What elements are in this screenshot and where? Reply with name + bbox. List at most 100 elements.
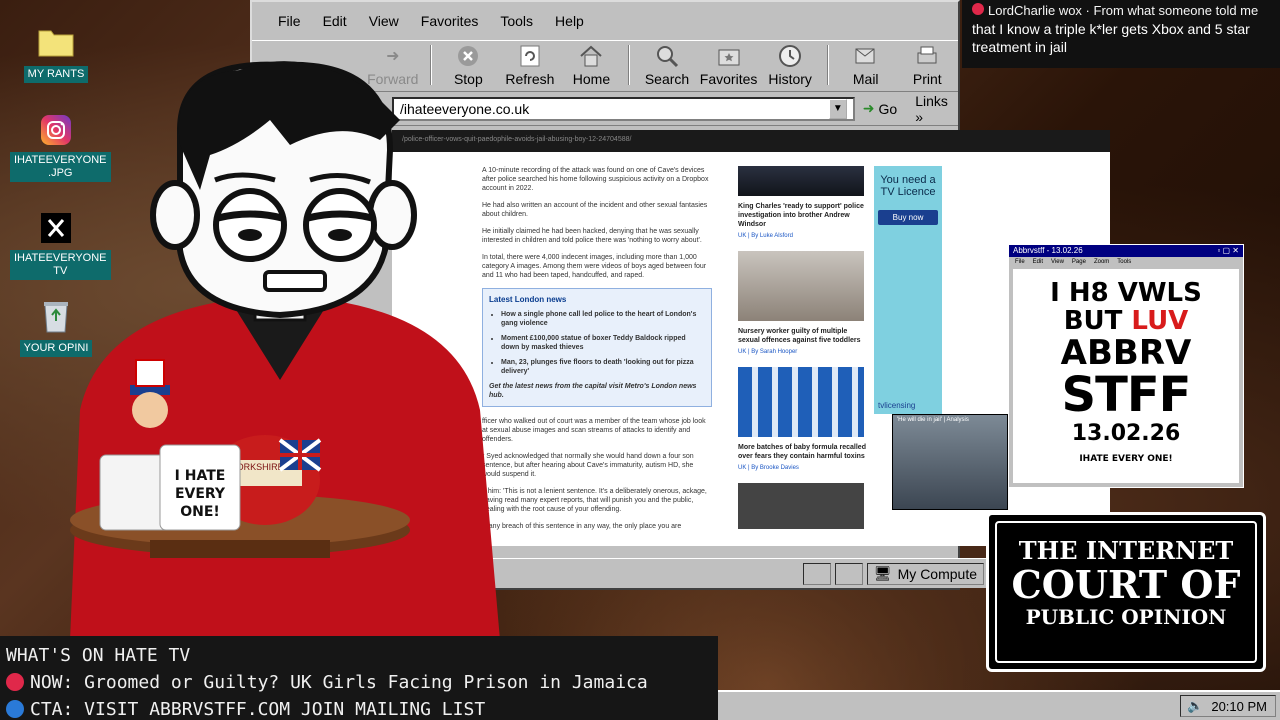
related-item[interactable]: Nursery worker guilty of multiple sexual… (738, 251, 866, 357)
promo-poster: I H8 VWLS BUT LUV ABBRV STFF 13.02.26 IH… (1013, 269, 1239, 483)
live-chat-message: LordCharlie wox · From what someone told… (962, 0, 1280, 68)
promo-menu-item[interactable]: View (1051, 259, 1064, 265)
history-label: History (768, 71, 812, 87)
promo-title: Abbrvstff - 13.02.26 (1013, 246, 1083, 255)
chat-message-partial: From what someone told me (1093, 3, 1259, 18)
court-line1: THE INTERNET (1018, 536, 1234, 565)
window-controls-icon[interactable]: ▫ ▢ ✕ (1217, 246, 1239, 256)
related-tag: UK (738, 233, 747, 239)
favorites-label: Favorites (699, 71, 758, 87)
security-zone: 🖥 My Compute (866, 562, 984, 585)
ad-brand: tvlicensing (878, 401, 916, 410)
london-news-link[interactable]: How a single phone call led police to th… (501, 310, 705, 328)
video-player[interactable]: 'He will die in jail' | Analysis (892, 414, 1008, 510)
chevron-down-icon[interactable]: ▼ (828, 98, 847, 119)
london-news-title: Latest London news (489, 295, 567, 304)
print-label: Print (912, 71, 942, 87)
court-line2: COURT OF (1011, 562, 1241, 607)
ad-headline: You need a TV Licence (880, 174, 936, 198)
london-news-footer[interactable]: Get the latest news from the capital vis… (489, 382, 705, 400)
menu-bar: File Edit View Favorites Tools Help (252, 2, 958, 40)
computer-icon: 🖥 (873, 565, 892, 581)
home-button[interactable]: Home (561, 43, 623, 91)
promo-menu-item[interactable]: Edit (1033, 259, 1043, 265)
london-news-link[interactable]: Moment £100,000 statue of boxer Teddy Ba… (501, 334, 705, 352)
mail-icon (853, 43, 879, 69)
mug-text-line1: I HATE (175, 468, 226, 484)
related-title: King Charles 'ready to support' police i… (738, 203, 864, 228)
hate-tv-ticker: WHAT'S ON HATE TV NOW: Groomed or Guilty… (0, 636, 718, 720)
host-character: YORKSHIRE TEA I HATE EVERY ONE! (40, 50, 520, 640)
buy-now-button[interactable]: Buy now (878, 210, 938, 225)
mail-button[interactable]: Mail (835, 43, 897, 91)
favorites-button[interactable]: Favorites (698, 43, 760, 91)
promo-menu-item[interactable]: Tools (1117, 259, 1131, 265)
related-title: More batches of baby formula recalled ov… (738, 444, 866, 460)
search-button[interactable]: Search (636, 43, 698, 91)
video-caption: 'He will die in jail' | Analysis (897, 417, 969, 423)
london-news-link[interactable]: Man, 23, plunges five floors to death 'l… (501, 358, 705, 376)
toolbar-separator (826, 45, 829, 85)
home-icon (578, 43, 604, 69)
now-dot-icon (6, 673, 24, 691)
court-sign: THE INTERNET COURT OF PUBLIC OPINION (986, 512, 1266, 672)
menu-file[interactable]: File (278, 13, 301, 29)
menu-favorites[interactable]: Favorites (421, 13, 479, 29)
mail-label: Mail (852, 71, 879, 87)
related-sidebar: King Charles 'ready to support' police i… (738, 166, 866, 535)
clock: 20:10 PM (1211, 698, 1267, 714)
go-arrow-icon: ➜ (862, 100, 875, 116)
related-tag: UK (738, 349, 747, 355)
promo-line2b: LUV (1131, 306, 1189, 336)
court-line3: PUBLIC OPINION (1025, 605, 1227, 629)
related-thumbnail (738, 483, 864, 529)
chevron-right-icon: » (915, 108, 924, 125)
promo-window: Abbrvstff - 13.02.26 ▫ ▢ ✕ File Edit Vie… (1008, 244, 1244, 488)
promo-menu-item[interactable]: Zoom (1094, 259, 1109, 265)
promo-line4: STFF (1061, 367, 1192, 423)
links-button[interactable]: Links » (915, 93, 952, 125)
related-thumbnail (738, 367, 864, 437)
history-button[interactable]: History (759, 43, 821, 91)
related-thumbnail (738, 251, 864, 321)
related-item[interactable]: More batches of baby formula recalled ov… (738, 367, 866, 473)
chat-message-text: that I know a triple k*ler gets Xbox and… (972, 21, 1250, 55)
menu-help[interactable]: Help (555, 13, 584, 29)
status-pane (834, 562, 863, 585)
print-button[interactable]: Print (897, 43, 959, 91)
go-label: Go (878, 100, 898, 117)
volume-icon[interactable]: 🔈 (1187, 698, 1203, 714)
ticker-heading: WHAT'S ON HATE TV (6, 645, 191, 666)
ticker-cta: CTA: VISIT ABBRVSTFF.COM JOIN MAILING LI… (30, 699, 486, 720)
promo-menu: File Edit View Page Zoom Tools (1009, 257, 1243, 267)
taskbar: 🔈 20:10 PM (718, 690, 1280, 720)
menu-edit[interactable]: Edit (323, 13, 347, 29)
menu-view[interactable]: View (369, 13, 399, 29)
related-title: Nursery worker guilty of multiple sexual… (738, 328, 861, 344)
refresh-icon (517, 43, 543, 69)
zone-label: My Compute (897, 565, 977, 582)
cta-dot-icon (6, 700, 24, 718)
search-label: Search (644, 71, 690, 87)
related-author: By Sarah Hooper (751, 349, 798, 355)
ticker-now: NOW: Groomed or Guilty? UK Girls Facing … (30, 672, 648, 693)
menu-tools[interactable]: Tools (500, 13, 533, 29)
links-label: Links (915, 92, 948, 109)
favorites-folder-icon (716, 43, 742, 69)
home-label: Home (572, 71, 611, 87)
related-tag: UK (738, 465, 747, 471)
promo-logo: IHATE EVERY ONE! (1079, 454, 1173, 464)
system-tray: 🔈 20:10 PM (1180, 695, 1276, 717)
promo-menu-item[interactable]: Page (1072, 259, 1086, 265)
chat-avatar-dot (972, 3, 984, 15)
printer-icon (914, 43, 940, 69)
search-icon (654, 43, 680, 69)
promo-date: 13.02.26 (1071, 421, 1181, 446)
promo-menu-item[interactable]: File (1015, 259, 1025, 265)
related-author: By Brooke Davies (751, 465, 799, 471)
promo-line2a: BUT (1063, 306, 1132, 336)
history-icon (777, 43, 803, 69)
go-button[interactable]: ➜ Go (863, 100, 897, 117)
tv-licence-ad[interactable]: You need a TV Licence Buy now tvlicensin… (874, 166, 942, 414)
related-item[interactable]: King Charles 'ready to support' police i… (738, 166, 866, 241)
